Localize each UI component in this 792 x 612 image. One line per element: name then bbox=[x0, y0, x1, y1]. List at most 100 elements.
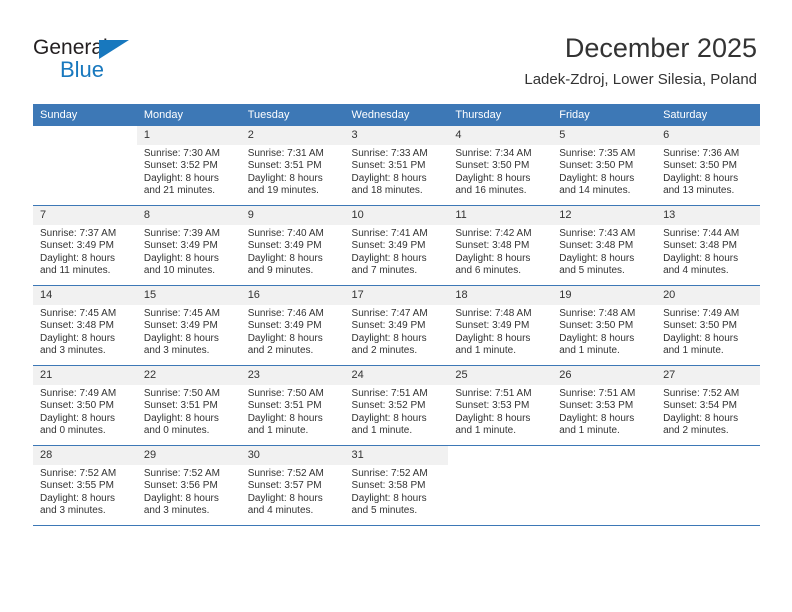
calendar-day-cell[interactable]: 18 Sunrise: 7:48 AM Sunset: 3:49 PM Dayligh… bbox=[448, 285, 553, 366]
calendar-day-cell[interactable]: 12 Sunrise: 7:43 AM Sunset: 3:48 PM Dayligh… bbox=[552, 205, 657, 286]
day-number: 25 bbox=[448, 366, 553, 385]
day-info-line: Daylight: 8 hours bbox=[455, 332, 531, 344]
day-info-line: Sunrise: 7:48 AM bbox=[559, 308, 636, 319]
page-header: General Blue December 2025 Ladek-Zdroj, … bbox=[0, 0, 792, 100]
day-info-line: Sunset: 3:49 PM bbox=[143, 320, 218, 332]
day-info-line: and 5 minutes. bbox=[559, 264, 625, 276]
day-number: 12 bbox=[552, 206, 657, 225]
day-info-line: Sunrise: 7:51 AM bbox=[559, 388, 636, 399]
calendar-day-cell[interactable]: 26 Sunrise: 7:51 AM Sunset: 3:53 PM Dayligh… bbox=[552, 365, 657, 446]
day-info-line: Daylight: 8 hours bbox=[143, 332, 219, 344]
day-cell-26: 26 Sunrise: 7:51 AM Sunset: 3:53 PM Dayligh… bbox=[552, 366, 657, 445]
day-sun-info: Sunrise: 7:37 AM Sunset: 3:49 PM Daylight:… bbox=[33, 225, 137, 277]
day-sun-info bbox=[552, 465, 656, 468]
day-info-line: Sunrise: 7:52 AM bbox=[663, 388, 740, 399]
day-info-line: Sunset: 3:48 PM bbox=[559, 240, 634, 252]
calendar-day-cell[interactable]: 9 Sunrise: 7:40 AM Sunset: 3:49 PM Daylight… bbox=[240, 205, 345, 286]
day-info-line: Sunrise: 7:52 AM bbox=[40, 468, 117, 479]
day-info-line: and 1 minute. bbox=[559, 424, 620, 436]
day-sun-info: Sunrise: 7:50 AM Sunset: 3:51 PM Daylight:… bbox=[241, 385, 345, 437]
day-sun-info: Sunrise: 7:49 AM Sunset: 3:50 PM Daylight:… bbox=[656, 305, 760, 357]
day-cell-1: 1 Sunrise: 7:30 AM Sunset: 3:52 PM Daylight… bbox=[136, 126, 241, 205]
day-cell-13: 13 Sunrise: 7:44 AM Sunset: 3:48 PM Dayligh… bbox=[656, 206, 760, 285]
weekday-header-monday: Monday bbox=[136, 104, 241, 126]
day-number: 19 bbox=[552, 286, 657, 305]
day-info-line: Daylight: 8 hours bbox=[455, 412, 531, 424]
calendar-day-cell[interactable]: 20 Sunrise: 7:49 AM Sunset: 3:50 PM Dayligh… bbox=[656, 285, 760, 366]
calendar-day-cell[interactable]: 19 Sunrise: 7:48 AM Sunset: 3:50 PM Dayligh… bbox=[552, 285, 657, 366]
day-number: 28 bbox=[33, 446, 137, 465]
day-sun-info bbox=[448, 465, 552, 468]
day-info-line: Sunrise: 7:33 AM bbox=[351, 148, 428, 159]
calendar-day-cell[interactable]: 5 Sunrise: 7:35 AM Sunset: 3:50 PM Daylight… bbox=[552, 126, 657, 206]
day-info-line: Sunrise: 7:50 AM bbox=[247, 388, 324, 399]
day-info-line: Sunrise: 7:34 AM bbox=[455, 148, 532, 159]
day-cell-9: 9 Sunrise: 7:40 AM Sunset: 3:49 PM Daylight… bbox=[240, 206, 345, 285]
calendar-day-cell[interactable]: 28 Sunrise: 7:52 AM Sunset: 3:55 PM Dayligh… bbox=[33, 445, 137, 526]
calendar-day-cell[interactable]: 6 Sunrise: 7:36 AM Sunset: 3:50 PM Daylight… bbox=[656, 126, 760, 206]
page-title: December 2025 bbox=[564, 33, 757, 63]
day-info-line: Daylight: 8 hours bbox=[40, 332, 116, 344]
day-cell-19: 19 Sunrise: 7:48 AM Sunset: 3:50 PM Dayligh… bbox=[552, 286, 657, 365]
calendar-day-cell[interactable]: 16 Sunrise: 7:46 AM Sunset: 3:49 PM Dayligh… bbox=[240, 285, 345, 366]
calendar-day-cell[interactable]: 31 Sunrise: 7:52 AM Sunset: 3:58 PM Dayligh… bbox=[344, 445, 449, 526]
calendar-day-cell[interactable]: 30 Sunrise: 7:52 AM Sunset: 3:57 PM Dayligh… bbox=[240, 445, 345, 526]
calendar-day-cell bbox=[448, 445, 553, 526]
calendar-day-cell[interactable]: 23 Sunrise: 7:50 AM Sunset: 3:51 PM Dayligh… bbox=[240, 365, 345, 446]
day-number: 22 bbox=[136, 366, 241, 385]
calendar-day-cell[interactable]: 4 Sunrise: 7:34 AM Sunset: 3:50 PM Daylight… bbox=[448, 126, 553, 206]
day-info-line: Daylight: 8 hours bbox=[143, 492, 219, 504]
calendar-day-cell[interactable]: 29 Sunrise: 7:52 AM Sunset: 3:56 PM Dayligh… bbox=[136, 445, 241, 526]
day-sun-info: Sunrise: 7:45 AM Sunset: 3:49 PM Daylight:… bbox=[137, 305, 241, 357]
day-info-line: Sunrise: 7:50 AM bbox=[143, 388, 220, 399]
day-info-line: Sunrise: 7:46 AM bbox=[247, 308, 324, 319]
day-cell-17: 17 Sunrise: 7:47 AM Sunset: 3:49 PM Dayligh… bbox=[344, 286, 449, 365]
calendar-header-row: Sunday Monday Tuesday Wednesday Thursday Frid… bbox=[33, 104, 760, 126]
day-number bbox=[656, 446, 760, 465]
calendar-day-cell[interactable]: 17 Sunrise: 7:47 AM Sunset: 3:49 PM Dayligh… bbox=[344, 285, 449, 366]
calendar-day-cell[interactable]: 1 Sunrise: 7:30 AM Sunset: 3:52 PM Daylight… bbox=[136, 126, 241, 206]
day-sun-info: Sunrise: 7:52 AM Sunset: 3:57 PM Daylight:… bbox=[241, 465, 345, 517]
logo-text-blue: Blue bbox=[60, 57, 105, 82]
day-info-line: Sunrise: 7:42 AM bbox=[455, 228, 532, 239]
day-info-line: Daylight: 8 hours bbox=[40, 412, 116, 424]
calendar-day-cell[interactable]: 13 Sunrise: 7:44 AM Sunset: 3:48 PM Dayligh… bbox=[656, 205, 760, 286]
calendar-day-cell[interactable]: 14 Sunrise: 7:45 AM Sunset: 3:48 PM Dayligh… bbox=[33, 285, 137, 366]
day-info-line: Sunset: 3:48 PM bbox=[40, 320, 114, 332]
day-info-line: Sunset: 3:55 PM bbox=[40, 480, 114, 492]
calendar-day-cell[interactable]: 22 Sunrise: 7:50 AM Sunset: 3:51 PM Dayligh… bbox=[136, 365, 241, 446]
day-info-line: Sunrise: 7:49 AM bbox=[663, 308, 740, 319]
day-info-line: Sunrise: 7:45 AM bbox=[143, 308, 220, 319]
day-sun-info: Sunrise: 7:44 AM Sunset: 3:48 PM Daylight:… bbox=[656, 225, 760, 277]
calendar-week-row: 21 Sunrise: 7:49 AM Sunset: 3:50 PM Dayligh… bbox=[33, 365, 760, 446]
day-info-line: and 3 minutes. bbox=[143, 344, 210, 356]
day-cell-31: 31 Sunrise: 7:52 AM Sunset: 3:58 PM Dayligh… bbox=[344, 446, 449, 525]
day-cell-2: 2 Sunrise: 7:31 AM Sunset: 3:51 PM Daylight… bbox=[240, 126, 345, 205]
calendar-page: General Blue December 2025 Ladek-Zdroj, … bbox=[0, 0, 792, 612]
calendar-day-cell[interactable]: 21 Sunrise: 7:49 AM Sunset: 3:50 PM Dayligh… bbox=[33, 365, 137, 446]
calendar-body: 1 Sunrise: 7:30 AM Sunset: 3:52 PM Daylight… bbox=[33, 126, 760, 526]
calendar-day-cell[interactable]: 10 Sunrise: 7:41 AM Sunset: 3:49 PM Dayligh… bbox=[344, 205, 449, 286]
day-cell-4: 4 Sunrise: 7:34 AM Sunset: 3:50 PM Daylight… bbox=[448, 126, 553, 205]
calendar-day-cell[interactable]: 11 Sunrise: 7:42 AM Sunset: 3:48 PM Dayligh… bbox=[448, 205, 553, 286]
logo-general-blue[interactable]: General Blue bbox=[33, 36, 163, 88]
calendar-day-cell[interactable]: 27 Sunrise: 7:52 AM Sunset: 3:54 PM Dayligh… bbox=[656, 365, 760, 446]
day-info-line: Sunrise: 7:51 AM bbox=[351, 388, 428, 399]
day-info-line: and 1 minute. bbox=[455, 424, 516, 436]
day-sun-info: Sunrise: 7:35 AM Sunset: 3:50 PM Daylight:… bbox=[552, 145, 656, 197]
day-info-line: and 13 minutes. bbox=[663, 184, 735, 196]
calendar-day-cell[interactable]: 8 Sunrise: 7:39 AM Sunset: 3:49 PM Daylight… bbox=[136, 205, 241, 286]
calendar-day-cell[interactable]: 7 Sunrise: 7:37 AM Sunset: 3:49 PM Daylight… bbox=[33, 205, 137, 286]
day-info-line: and 4 minutes. bbox=[247, 504, 314, 516]
day-cell-27: 27 Sunrise: 7:52 AM Sunset: 3:54 PM Dayligh… bbox=[656, 366, 760, 445]
day-sun-info: Sunrise: 7:41 AM Sunset: 3:49 PM Daylight:… bbox=[345, 225, 449, 277]
day-cell-22: 22 Sunrise: 7:50 AM Sunset: 3:51 PM Dayligh… bbox=[136, 366, 241, 445]
calendar-day-cell[interactable]: 3 Sunrise: 7:33 AM Sunset: 3:51 PM Daylight… bbox=[344, 126, 449, 206]
calendar-day-cell[interactable]: 24 Sunrise: 7:51 AM Sunset: 3:52 PM Dayligh… bbox=[344, 365, 449, 446]
day-info-line: Sunset: 3:48 PM bbox=[663, 240, 737, 252]
calendar-day-cell[interactable]: 25 Sunrise: 7:51 AM Sunset: 3:53 PM Dayligh… bbox=[448, 365, 553, 446]
weekday-header-friday: Friday bbox=[552, 104, 657, 126]
calendar-day-cell[interactable]: 15 Sunrise: 7:45 AM Sunset: 3:49 PM Dayligh… bbox=[136, 285, 241, 366]
calendar-day-cell[interactable]: 2 Sunrise: 7:31 AM Sunset: 3:51 PM Daylight… bbox=[240, 126, 345, 206]
day-cell-28: 28 Sunrise: 7:52 AM Sunset: 3:55 PM Dayligh… bbox=[33, 446, 137, 525]
